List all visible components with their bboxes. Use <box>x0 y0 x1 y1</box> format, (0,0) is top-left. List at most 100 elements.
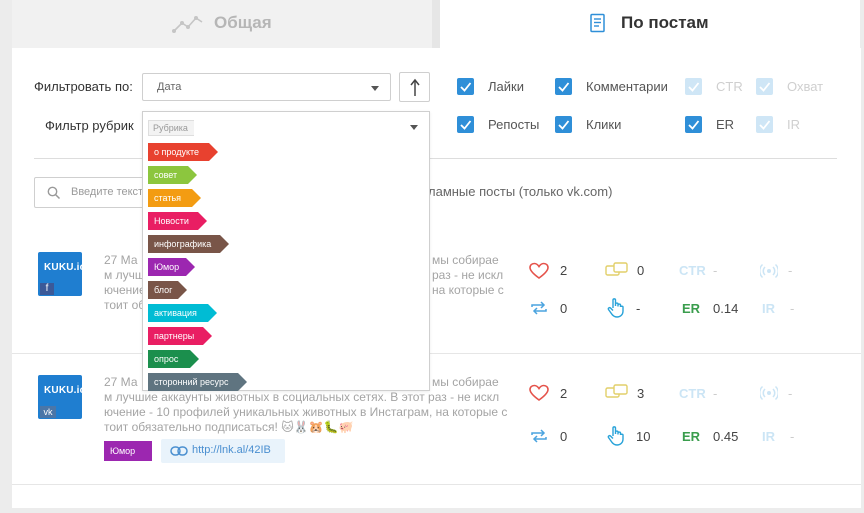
comments-count: 0 <box>637 263 645 278</box>
clicks-checkbox-label: Клики <box>586 117 622 132</box>
reach-value: - <box>788 386 793 401</box>
comments-checkbox-label: Комментарии <box>586 79 668 94</box>
clicks-checkbox[interactable] <box>555 116 572 133</box>
avatar[interactable]: KUKU.io f <box>38 252 86 296</box>
reach-checkbox[interactable] <box>756 78 773 95</box>
post-text-line: м лучшие аккаунты животных в социальных … <box>104 390 500 404</box>
tab-by-posts[interactable]: По постам <box>440 0 860 48</box>
ir-metric-label: IR <box>762 429 775 444</box>
check-icon <box>558 82 570 92</box>
post-text-line: ючение - 10 профилей уникальных животных… <box>104 405 508 419</box>
rubric-dropdown[interactable]: Рубрика о продукте совет статья Новости инфо… <box>142 111 430 391</box>
reach-checkbox-label: Охват <box>787 79 824 94</box>
comments-count: 3 <box>637 386 645 401</box>
clicks-count: 10 <box>636 429 651 444</box>
rubric-filter-label: Фильтр рубрик <box>45 118 134 133</box>
rubric-option[interactable]: опрос <box>148 350 199 368</box>
er-value: 0.45 <box>713 429 739 444</box>
reach-icon <box>760 263 778 279</box>
rubric-option[interactable]: о продукте <box>148 143 218 161</box>
ir-checkbox-label: IR <box>787 117 800 132</box>
comments-icon <box>605 384 628 398</box>
reposts-checkbox-label: Репосты <box>488 117 540 132</box>
post-text-right: мы собирае раз - не искл на которые с <box>432 253 512 298</box>
sort-select-value: Дата <box>157 81 182 93</box>
post-text-line: мы собирае <box>432 375 499 389</box>
rubric-option[interactable]: сторонний ресурс <box>148 373 247 391</box>
check-icon <box>759 82 771 92</box>
rubric-option[interactable]: партнеры <box>148 327 212 345</box>
check-icon <box>759 120 771 130</box>
ctr-checkbox[interactable] <box>685 78 702 95</box>
post-text-line: на которые с <box>432 283 504 297</box>
check-icon <box>688 120 700 130</box>
ir-checkbox[interactable] <box>756 116 773 133</box>
avatar[interactable]: KUKU.io vk <box>38 375 86 419</box>
reposts-count: 0 <box>560 301 568 316</box>
post-divider <box>12 484 861 485</box>
check-icon <box>688 82 700 92</box>
short-link[interactable]: http://lnk.al/42IB <box>161 439 285 463</box>
post-text-line: мы собирае <box>432 253 499 267</box>
comments-checkbox[interactable] <box>555 78 572 95</box>
likes-checkbox[interactable] <box>457 78 474 95</box>
ctr-value: - <box>713 263 718 278</box>
er-metric-label: ER <box>682 301 701 316</box>
click-hand-icon <box>607 426 624 446</box>
repost-icon <box>531 301 547 315</box>
sort-select[interactable]: Дата <box>142 73 391 101</box>
rubric-option[interactable]: статья <box>148 189 201 207</box>
likes-count: 2 <box>560 386 568 401</box>
short-link-url: http://lnk.al/42IB <box>192 444 271 456</box>
rubric-option[interactable]: Юмор <box>148 258 195 276</box>
tab-by-posts-label: По постам <box>621 13 709 32</box>
reach-icon <box>760 385 778 401</box>
reposts-checkbox[interactable] <box>457 116 474 133</box>
reach-value: - <box>788 263 793 278</box>
er-metric-label: ER <box>682 429 701 444</box>
rubric-option[interactable]: активация <box>148 304 217 322</box>
comments-icon <box>605 262 628 276</box>
heart-icon <box>529 384 549 401</box>
arrow-up-icon <box>410 78 420 96</box>
ir-value: - <box>790 429 795 444</box>
ctr-checkbox-label: CTR <box>716 79 743 94</box>
check-icon <box>558 120 570 130</box>
filter-label: Фильтровать по: <box>34 79 133 94</box>
sort-direction-button[interactable] <box>399 72 430 102</box>
link-icon <box>170 446 188 456</box>
tab-separator <box>432 0 440 48</box>
check-icon <box>460 120 472 130</box>
rubric-tag[interactable]: Юмор <box>104 441 152 461</box>
post-text-line: раз - не искл <box>432 268 504 282</box>
tab-general[interactable]: Общая <box>12 0 432 48</box>
reposts-count: 0 <box>560 429 568 444</box>
search-input[interactable]: Введите текст <box>34 177 150 208</box>
post-text-right: мы собирае <box>432 375 512 390</box>
likes-count: 2 <box>560 263 568 278</box>
document-icon <box>590 13 605 33</box>
rubric-placeholder-chip: Рубрика <box>148 120 194 136</box>
rubric-option[interactable]: совет <box>148 166 197 184</box>
click-hand-icon <box>607 298 624 318</box>
rubric-option[interactable]: инфографика <box>148 235 229 253</box>
ctr-metric-label: CTR <box>679 386 706 401</box>
search-placeholder: Введите текст <box>71 186 144 198</box>
ctr-metric-label: CTR <box>679 263 706 278</box>
repost-icon <box>531 429 547 443</box>
heart-icon <box>529 262 549 279</box>
er-value: 0.14 <box>713 301 739 316</box>
er-checkbox[interactable] <box>685 116 702 133</box>
rubric-option[interactable]: Новости <box>148 212 207 230</box>
avatar-brand: KUKU.io <box>44 262 86 273</box>
check-icon <box>460 82 472 92</box>
ctr-value: - <box>713 386 718 401</box>
rubric-option[interactable]: блог <box>148 281 187 299</box>
facebook-icon: f <box>40 283 54 295</box>
tab-general-label: Общая <box>214 13 272 32</box>
vk-icon: vk <box>40 406 56 418</box>
clicks-count: - <box>636 301 641 316</box>
chevron-down-icon <box>410 125 418 130</box>
er-checkbox-label: ER <box>716 117 735 132</box>
likes-checkbox-label: Лайки <box>488 79 524 94</box>
